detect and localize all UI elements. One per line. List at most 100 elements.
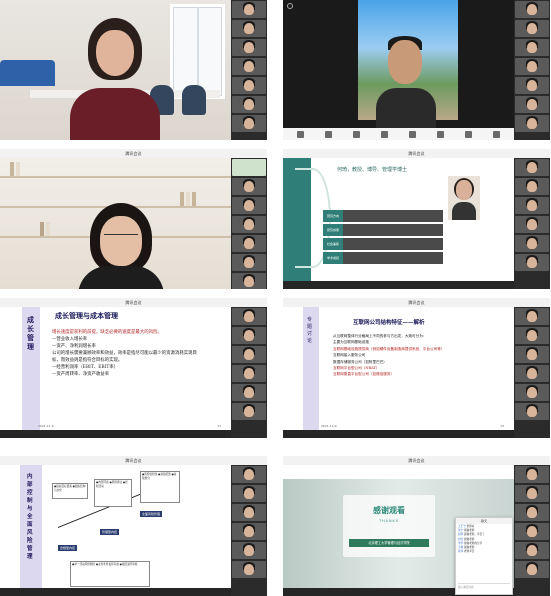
participant-thumbnail[interactable] — [232, 365, 266, 382]
participant-thumbnail[interactable] — [232, 504, 266, 521]
participant-thumbnail[interactable] — [232, 485, 266, 502]
mic-icon[interactable] — [297, 130, 305, 138]
record-icon[interactable] — [436, 130, 444, 138]
thanks-card: 感谢观看 THANKS 北京理工大学管理与经济学院 — [343, 495, 435, 557]
participant-sidebar[interactable] — [231, 307, 267, 438]
participant-thumbnail[interactable] — [515, 254, 549, 271]
participant-sidebar[interactable] — [514, 158, 550, 289]
participant-thumbnail[interactable] — [515, 96, 549, 113]
participant-thumbnail[interactable] — [515, 308, 549, 325]
settings-icon[interactable] — [464, 130, 472, 138]
participant-thumbnail[interactable] — [515, 384, 549, 401]
participant-sidebar[interactable] — [231, 0, 267, 140]
screen-share-tile-6[interactable]: 腾讯会议 专题讨论 互联网公司结构特征——解析 从互联网整体行业格局上不同的参与… — [283, 298, 550, 438]
participant-thumbnail[interactable] — [515, 39, 549, 56]
participant-thumbnail[interactable] — [232, 403, 266, 420]
chat-icon[interactable] — [408, 130, 416, 138]
meeting-toolbar — [283, 128, 514, 140]
participant-thumbnail[interactable] — [515, 77, 549, 94]
participant-thumbnail[interactable] — [232, 1, 266, 18]
participant-thumbnail[interactable] — [515, 197, 549, 214]
participant-thumbnail[interactable] — [232, 197, 266, 214]
participant-thumbnail[interactable] — [232, 327, 266, 344]
participant-thumbnail[interactable] — [515, 20, 549, 37]
video-tile-2[interactable] — [283, 0, 550, 140]
participant-thumbnail[interactable] — [232, 254, 266, 271]
participant-thumbnail[interactable] — [515, 523, 549, 540]
participant-thumbnail[interactable] — [232, 216, 266, 233]
participant-thumbnail[interactable] — [515, 542, 549, 559]
participant-thumbnail[interactable] — [515, 327, 549, 344]
video-tile-3[interactable]: 腾讯会议 — [0, 149, 267, 289]
video-area — [283, 0, 514, 130]
participant-thumbnail[interactable] — [515, 504, 549, 521]
participant-thumbnail[interactable] — [515, 466, 549, 483]
participant-thumbnail[interactable] — [515, 346, 549, 363]
participant-thumbnail[interactable] — [515, 561, 549, 578]
participant-thumbnail[interactable] — [232, 308, 266, 325]
screen-share-tile-8[interactable]: 腾讯会议 感谢观看 THANKS 北京理工大学管理与经济学院 聊天 王汇宁 老师… — [283, 456, 550, 596]
participant-thumbnail[interactable] — [515, 159, 549, 176]
bullet-line: —营业收入增长率 — [52, 337, 88, 342]
diagram-box: ●单一活动风险防控 ●业务条件发挥有效 ●规范进行审核 — [70, 561, 150, 587]
stage-tag: 管理型内控 — [100, 529, 120, 535]
search-icon[interactable] — [287, 3, 293, 9]
participant-thumbnail[interactable] — [515, 178, 549, 195]
participant-sidebar[interactable] — [231, 465, 267, 596]
row-tag: 研究方向 — [323, 210, 343, 222]
participant-thumbnail[interactable] — [515, 1, 549, 18]
participant-thumbnail[interactable] — [515, 58, 549, 75]
participant-thumbnail[interactable] — [515, 403, 549, 420]
slide-footer: 2021-11-9 11 — [38, 424, 221, 428]
participants-icon[interactable] — [381, 130, 389, 138]
participant-thumbnail[interactable] — [232, 20, 266, 37]
screen-share-tile-7[interactable]: 腾讯会议 内部控制与全面风险管理 ●组织目标要素 ●组织结构与文化 ●内部环境 … — [0, 456, 267, 596]
slide-side-title: 内部控制与全面风险管理 — [27, 474, 33, 560]
diagram-box: ●风险监控制 ●资源配置 ●权限划分 — [140, 471, 180, 503]
participant-thumbnail[interactable] — [232, 346, 266, 363]
participant-thumbnail[interactable] — [232, 39, 266, 56]
participant-thumbnail[interactable] — [232, 542, 266, 559]
share-screen-icon[interactable] — [353, 130, 361, 138]
window-title: 腾讯会议 — [0, 149, 267, 158]
participant-thumbnail[interactable] — [232, 178, 266, 195]
window-title: 腾讯会议 — [283, 456, 550, 465]
slide-title: 互联网公司结构特征——解析 — [353, 320, 425, 326]
participant-thumbnail[interactable] — [515, 115, 549, 132]
participant-thumbnail[interactable] — [515, 235, 549, 252]
camera-icon[interactable] — [325, 130, 333, 138]
participant-thumbnail[interactable] — [232, 115, 266, 132]
diagram-box: ●组织目标要素 ●组织结构与文化 — [52, 483, 88, 499]
profile-row: 学术成就 — [323, 252, 443, 264]
more-icon[interactable] — [492, 130, 500, 138]
participant-thumbnail[interactable] — [232, 561, 266, 578]
screen-share-tile-5[interactable]: 腾讯会议 成长管理 成长管理与成本管理 增长速度是获利的前提，缺乏必要的速度是最… — [0, 298, 267, 438]
speaker-video — [70, 18, 160, 140]
participant-thumbnail[interactable] — [515, 485, 549, 502]
shared-slide: 何琦，教授、博导、管理学博士 研究方向 研究成果 社会兼职 学术成就 — [283, 158, 514, 281]
participant-sidebar[interactable] — [514, 307, 550, 438]
slide-title: 成长管理与成本管理 — [55, 311, 118, 320]
participant-thumbnail[interactable] — [232, 466, 266, 483]
participant-sidebar[interactable] — [231, 158, 267, 289]
participant-thumbnail[interactable] — [232, 77, 266, 94]
bullet-line: —资产周转率、净资产收益率 — [52, 372, 110, 377]
chat-input[interactable]: 输入聊天内容 — [458, 583, 510, 592]
speaker-photo — [448, 176, 480, 220]
slide-footer: 2021-11-9 13 — [321, 424, 504, 428]
participant-thumbnail[interactable] — [232, 96, 266, 113]
participant-thumbnail[interactable] — [515, 216, 549, 233]
participant-thumbnail[interactable] — [232, 159, 266, 176]
participant-sidebar[interactable] — [514, 465, 550, 596]
chat-panel[interactable]: 聊天 王汇宁 老师好 张宁 谢谢老师 赵明 感谢老师，辛苦了 刘宝 谢谢老师 李… — [455, 517, 513, 595]
participant-thumbnail[interactable] — [232, 523, 266, 540]
meeting-screenshot-grid: 腾讯会议 腾讯会议 何琦，教授、博导、管理学博士 研究方向 研究成果 社会兼职 … — [0, 0, 551, 596]
participant-sidebar[interactable] — [514, 0, 550, 140]
participant-thumbnail[interactable] — [232, 384, 266, 401]
participant-thumbnail[interactable] — [232, 235, 266, 252]
participant-thumbnail[interactable] — [232, 273, 266, 289]
participant-thumbnail[interactable] — [232, 58, 266, 75]
screen-share-tile-4[interactable]: 腾讯会议 何琦，教授、博导、管理学博士 研究方向 研究成果 社会兼职 学术成就 — [283, 149, 550, 289]
video-tile-1[interactable] — [0, 0, 267, 140]
participant-thumbnail[interactable] — [515, 365, 549, 382]
